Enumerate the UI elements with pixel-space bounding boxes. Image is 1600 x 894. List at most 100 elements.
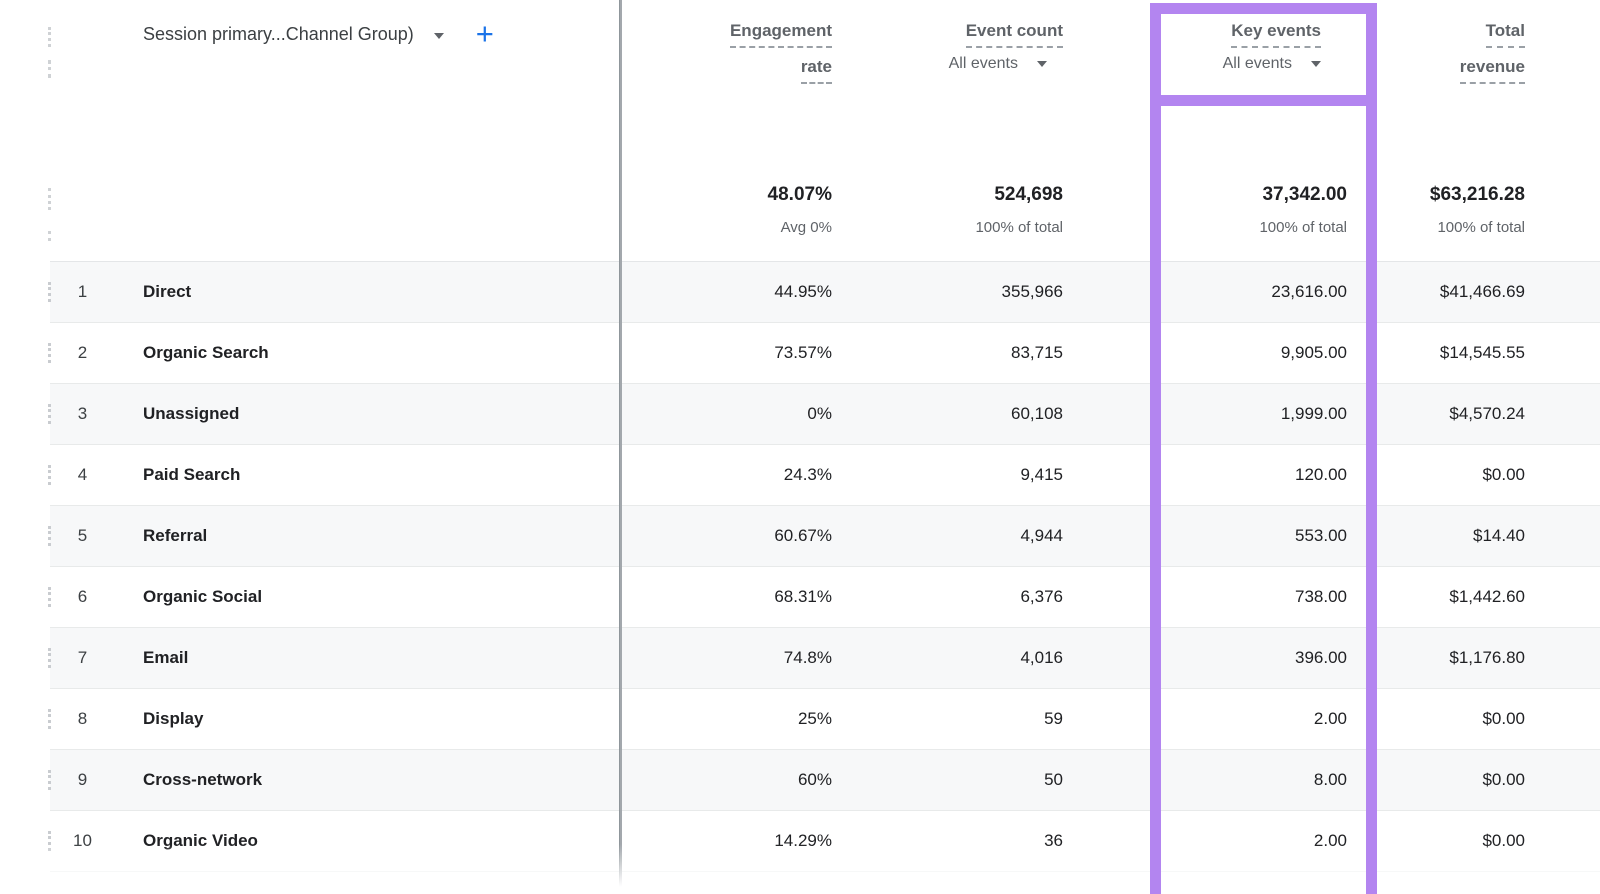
totals-value: 48.07%	[768, 184, 832, 206]
channel-name: Referral	[115, 526, 622, 546]
column-title[interactable]: Engagement	[730, 21, 832, 48]
cropped-edge-mark	[48, 60, 51, 78]
column-header-total-revenue[interactable]: Total revenue	[1371, 0, 1600, 110]
engagement-rate-value: 73.57%	[622, 343, 852, 363]
engagement-rate-value: 74.8%	[622, 648, 852, 668]
totals-number-cell	[50, 110, 115, 261]
engagement-rate-value: 68.31%	[622, 587, 852, 607]
total-revenue-value: $0.00	[1371, 770, 1600, 790]
row-rank: 8	[50, 709, 115, 729]
filter-label: All events	[1223, 55, 1292, 73]
column-title[interactable]: rate	[801, 57, 832, 84]
row-rank: 2	[50, 343, 115, 363]
key-events-value: 738.00	[1087, 587, 1371, 607]
engagement-rate-value: 25%	[622, 709, 852, 729]
channel-name: Organic Search	[115, 343, 622, 363]
total-revenue-value: $4,570.24	[1371, 404, 1600, 424]
key-events-value: 1,999.00	[1087, 404, 1371, 424]
dimension-picker[interactable]: Session primary...Channel Group) +	[115, 0, 622, 45]
channel-name: Display	[115, 709, 622, 729]
cropped-edge-mark	[48, 188, 51, 210]
event-count-value: 50	[852, 770, 1087, 790]
table-body: 1 Direct 44.95% 355,966 23,616.00 $41,46…	[0, 262, 1600, 872]
key-events-filter-dropdown[interactable]: All events	[1223, 55, 1321, 73]
channel-name: Cross-network	[115, 770, 622, 790]
event-count-filter-dropdown[interactable]: All events	[949, 55, 1047, 73]
column-header-key-events[interactable]: Key events All events	[1087, 0, 1371, 110]
totals-caption: 100% of total	[975, 219, 1063, 236]
key-events-value: 2.00	[1087, 709, 1371, 729]
total-revenue-value: $41,466.69	[1371, 282, 1600, 302]
cropped-edge-mark	[48, 27, 51, 47]
event-count-value: 4,016	[852, 648, 1087, 668]
row-rank: 1	[50, 282, 115, 302]
channel-name: Unassigned	[115, 404, 622, 424]
key-events-highlight-box	[1366, 3, 1377, 894]
totals-dimension-cell	[115, 110, 622, 261]
totals-caption: 100% of total	[1437, 219, 1525, 236]
engagement-rate-value: 24.3%	[622, 465, 852, 485]
totals-total-revenue: $63,216.28 100% of total	[1371, 110, 1600, 261]
chevron-down-icon	[1311, 61, 1321, 67]
plus-icon: +	[476, 23, 494, 45]
row-rank: 6	[50, 587, 115, 607]
report-table: Session primary...Channel Group) + Engag…	[0, 0, 1600, 894]
bottom-fade	[0, 844, 1600, 894]
row-rank: 3	[50, 404, 115, 424]
event-count-value: 9,415	[852, 465, 1087, 485]
row-rank: 7	[50, 648, 115, 668]
event-count-value: 355,966	[852, 282, 1087, 302]
key-events-value: 9,905.00	[1087, 343, 1371, 363]
channel-name: Organic Social	[115, 587, 622, 607]
total-revenue-value: $0.00	[1371, 465, 1600, 485]
key-events-highlight-box	[1150, 3, 1377, 14]
channel-name: Direct	[115, 282, 622, 302]
chevron-down-icon[interactable]	[434, 33, 444, 39]
event-count-value: 6,376	[852, 587, 1087, 607]
key-events-value: 8.00	[1087, 770, 1371, 790]
row-rank: 9	[50, 770, 115, 790]
key-events-value: 396.00	[1087, 648, 1371, 668]
column-divider	[619, 0, 622, 894]
totals-event-count: 524,698 100% of total	[852, 110, 1087, 261]
dimension-picker-label[interactable]: Session primary...Channel Group)	[143, 24, 414, 45]
totals-engagement-rate: 48.07% Avg 0%	[622, 110, 852, 261]
filter-label: All events	[949, 55, 1018, 73]
total-revenue-value: $1,176.80	[1371, 648, 1600, 668]
total-revenue-value: $1,442.60	[1371, 587, 1600, 607]
header-dimension-cell: Session primary...Channel Group) +	[115, 0, 622, 110]
totals-value: $63,216.28	[1430, 184, 1525, 206]
channel-name: Paid Search	[115, 465, 622, 485]
add-dimension-button[interactable]: +	[476, 25, 494, 45]
chevron-down-icon	[1037, 61, 1047, 67]
key-events-highlight-box	[1150, 95, 1377, 106]
engagement-rate-value: 44.95%	[622, 282, 852, 302]
channel-name: Email	[115, 648, 622, 668]
totals-caption: 100% of total	[1259, 219, 1347, 236]
header-number-column	[50, 0, 115, 110]
totals-key-events: 37,342.00 100% of total	[1087, 110, 1371, 261]
total-revenue-value: $14,545.55	[1371, 343, 1600, 363]
column-title[interactable]: Event count	[966, 21, 1063, 48]
column-title[interactable]: revenue	[1460, 57, 1525, 84]
engagement-rate-value: 0%	[622, 404, 852, 424]
event-count-value: 83,715	[852, 343, 1087, 363]
event-count-value: 59	[852, 709, 1087, 729]
column-header-engagement-rate[interactable]: Engagement rate	[622, 0, 852, 110]
key-events-value: 553.00	[1087, 526, 1371, 546]
column-title[interactable]: Key events	[1231, 21, 1321, 48]
engagement-rate-value: 60.67%	[622, 526, 852, 546]
engagement-rate-value: 60%	[622, 770, 852, 790]
event-count-value: 4,944	[852, 526, 1087, 546]
event-count-value: 60,108	[852, 404, 1087, 424]
totals-value: 37,342.00	[1262, 184, 1347, 206]
column-title[interactable]: Total	[1486, 21, 1525, 48]
total-revenue-value: $0.00	[1371, 709, 1600, 729]
row-rank: 5	[50, 526, 115, 546]
key-events-value: 120.00	[1087, 465, 1371, 485]
row-rank: 4	[50, 465, 115, 485]
column-header-event-count[interactable]: Event count All events	[852, 0, 1087, 110]
total-revenue-value: $14.40	[1371, 526, 1600, 546]
totals-value: 524,698	[994, 184, 1063, 206]
cropped-edge-mark	[48, 231, 51, 241]
